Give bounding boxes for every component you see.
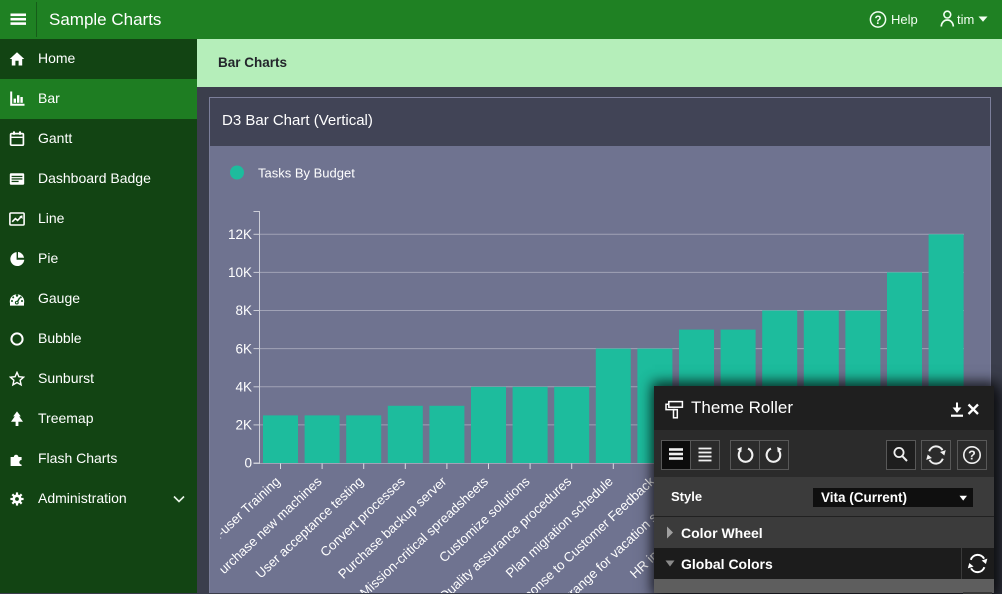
svg-text:?: ? bbox=[968, 449, 976, 463]
svg-text:tim: tim bbox=[957, 12, 974, 27]
svg-text:?: ? bbox=[874, 15, 881, 27]
svg-text:Help: Help bbox=[891, 12, 918, 27]
